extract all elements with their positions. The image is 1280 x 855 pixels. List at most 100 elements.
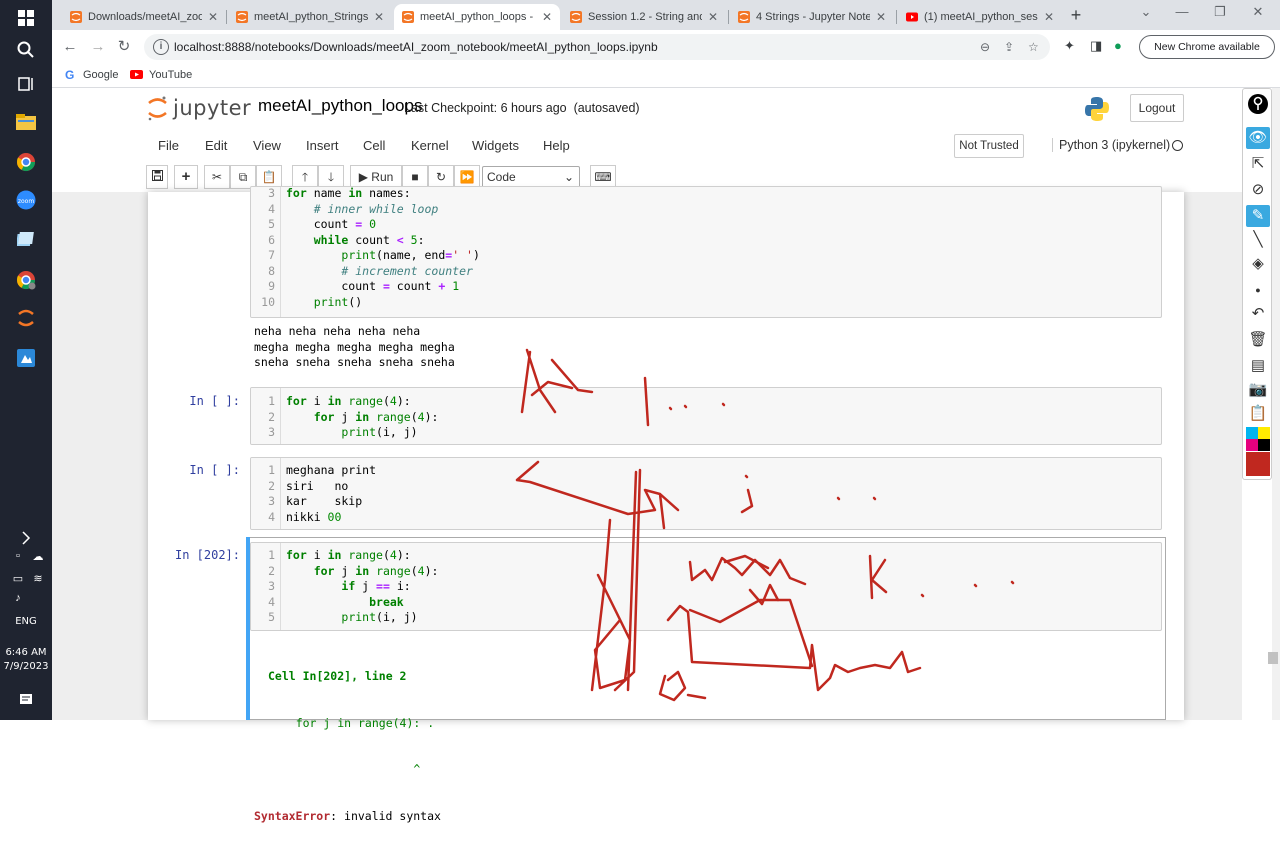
code-line: for name in names:	[286, 186, 411, 200]
restore-icon[interactable]: ❐	[1200, 4, 1240, 20]
insert-cell-icon[interactable]: +	[174, 165, 198, 189]
trash-icon[interactable]: 🗑	[1246, 329, 1270, 351]
code-cell-2-input[interactable]: 1 for i in range(4): 2 for j in range(4):…	[250, 387, 1162, 445]
logout-button[interactable]: Logout	[1130, 94, 1184, 122]
line-icon[interactable]: ╲	[1246, 229, 1270, 251]
camera-icon[interactable]: 📷	[1246, 379, 1270, 401]
notebook-name[interactable]: meetAI_python_loops	[258, 96, 422, 116]
clock-date[interactable]: 7/9/2023	[0, 661, 52, 672]
menu-edit[interactable]: Edit	[205, 138, 227, 153]
app-icon[interactable]	[14, 228, 38, 252]
menu-help[interactable]: Help	[543, 138, 570, 153]
language-indicator[interactable]: ENG	[0, 616, 52, 627]
code-line: count = count + 1	[286, 279, 460, 293]
board-icon[interactable]: ▤	[1246, 355, 1270, 377]
close-window-icon[interactable]: ✕	[1238, 4, 1278, 20]
profile-icon[interactable]: ●	[1114, 38, 1122, 53]
eraser-icon[interactable]: ◈	[1246, 253, 1270, 275]
task-view-icon[interactable]	[14, 72, 38, 96]
back-icon[interactable]: ←	[60, 37, 80, 57]
not-trusted-button[interactable]: Not Trusted	[954, 134, 1024, 158]
line-number: 3	[268, 425, 275, 439]
pointer-icon[interactable]: ⇱	[1246, 153, 1270, 175]
jupyter-logo-icon[interactable]	[147, 95, 168, 121]
browser-tab[interactable]: Downloads/meetAI_zoom_ ✕	[62, 4, 226, 30]
close-icon[interactable]: ✕	[876, 10, 886, 24]
bookmark-google[interactable]: G Google	[64, 68, 118, 81]
bookmark-youtube[interactable]: YouTube	[130, 68, 192, 81]
svg-text:zoom: zoom	[18, 198, 34, 205]
chrome-profile-icon[interactable]	[14, 268, 38, 292]
close-icon[interactable]: ✕	[542, 10, 552, 24]
site-info-icon[interactable]: i	[153, 39, 169, 55]
scrollbar-thumb[interactable]	[1268, 652, 1278, 664]
color-swatch-black[interactable]	[1258, 439, 1270, 451]
share-icon[interactable]: ⇪	[1004, 40, 1014, 54]
run-icon: ▶	[358, 170, 368, 184]
checkpoint-status: Last Checkpoint: 6 hours ago (autosaved)	[404, 101, 640, 115]
forward-icon[interactable]: →	[88, 37, 108, 57]
code-cell-1-input[interactable]: 3 for name in names: 4 # inner while loop…	[250, 186, 1162, 318]
search-icon[interactable]	[14, 38, 38, 62]
sidepanel-icon[interactable]: ◨	[1090, 38, 1102, 54]
notification-icon[interactable]	[14, 688, 38, 712]
close-icon[interactable]: ✕	[374, 10, 384, 24]
chrome-icon[interactable]	[14, 150, 38, 174]
new-chrome-available-button[interactable]: New Chrome available	[1139, 35, 1275, 59]
browser-tab[interactable]: (1) meetAI_python_sessio ✕	[898, 4, 1062, 30]
extensions-icon[interactable]: ✦	[1064, 38, 1075, 54]
browser-tab[interactable]: meetAI_python_Strings - ✕	[228, 4, 392, 30]
zoom-icon[interactable]: zoom	[14, 188, 38, 212]
tab-title: Session 1.2 - String and I	[588, 11, 702, 23]
jupyter-logo-text[interactable]: jupyter	[173, 96, 251, 120]
menu-widgets[interactable]: Widgets	[472, 138, 519, 153]
address-bar[interactable]: i localhost:8888/notebooks/Downloads/mee…	[144, 34, 1050, 60]
star-icon[interactable]: ☆	[1028, 40, 1039, 54]
eye-icon[interactable]: 👁	[1246, 127, 1270, 149]
code-cell-4-input[interactable]: 1 for i in range(4): 2 for j in range(4):…	[250, 542, 1162, 631]
clipboard-icon[interactable]: 📋	[1246, 403, 1270, 425]
menu-file[interactable]: File	[158, 138, 179, 153]
browser-tab-active[interactable]: meetAI_python_loops - Ju ✕	[394, 4, 560, 30]
code-cell-3-input[interactable]: 1 meghana print 2 siri no 3 kar skip 4 nikki…	[250, 457, 1162, 530]
paint-app-icon[interactable]	[14, 346, 38, 370]
kernel-name[interactable]: Python 3 (ipykernel)	[1052, 138, 1170, 152]
menu-insert[interactable]: Insert	[306, 138, 339, 153]
pin-icon[interactable]	[1246, 93, 1270, 115]
browser-tab[interactable]: Session 1.2 - String and I ✕	[562, 4, 726, 30]
cell-type-select[interactable]: Code ⌄	[482, 166, 580, 188]
cloud-icon[interactable]: ☁	[26, 544, 50, 568]
color-swatch-cyan[interactable]	[1246, 427, 1258, 439]
zoom-icon[interactable]: ⊖	[980, 40, 990, 54]
undo-icon[interactable]: ↶	[1246, 303, 1270, 325]
save-icon[interactable]	[146, 165, 168, 189]
windows-start-icon[interactable]	[14, 6, 38, 30]
menu-kernel[interactable]: Kernel	[411, 138, 449, 153]
menu-view[interactable]: View	[253, 138, 281, 153]
close-icon[interactable]: ✕	[208, 10, 218, 24]
menu-cell[interactable]: Cell	[363, 138, 385, 153]
close-icon[interactable]: ✕	[1044, 10, 1054, 24]
reload-icon[interactable]: ↻	[114, 37, 134, 57]
line-number: 5	[268, 217, 275, 231]
color-swatch-yellow[interactable]	[1258, 427, 1270, 439]
pen-icon[interactable]: ✎	[1246, 205, 1270, 227]
clock-time[interactable]: 6:46 AM	[0, 647, 52, 658]
new-tab-icon[interactable]: +	[1064, 4, 1088, 26]
cut-icon[interactable]: ✂	[204, 165, 230, 189]
dot-icon[interactable]: ●	[1246, 279, 1270, 301]
browser-tab[interactable]: 4 Strings - Jupyter Noteb ✕	[730, 4, 894, 30]
chevron-down-icon[interactable]: ⌄	[1126, 4, 1166, 20]
page-scrollbar[interactable]	[1272, 88, 1280, 720]
tab-title: 4 Strings - Jupyter Noteb	[756, 11, 870, 23]
color-swatch-red-active[interactable]	[1246, 452, 1270, 476]
file-explorer-icon[interactable]	[14, 110, 38, 134]
youtube-tab-icon	[906, 12, 918, 22]
minimize-icon[interactable]: —	[1162, 4, 1202, 19]
hide-icon[interactable]: ⊘	[1246, 179, 1270, 201]
close-icon[interactable]: ✕	[708, 10, 718, 24]
jupyter-app-icon[interactable]	[14, 306, 38, 330]
line-number: 7	[268, 248, 275, 262]
color-swatch-magenta[interactable]	[1246, 439, 1258, 451]
volume-icon[interactable]: ♪	[6, 586, 30, 610]
